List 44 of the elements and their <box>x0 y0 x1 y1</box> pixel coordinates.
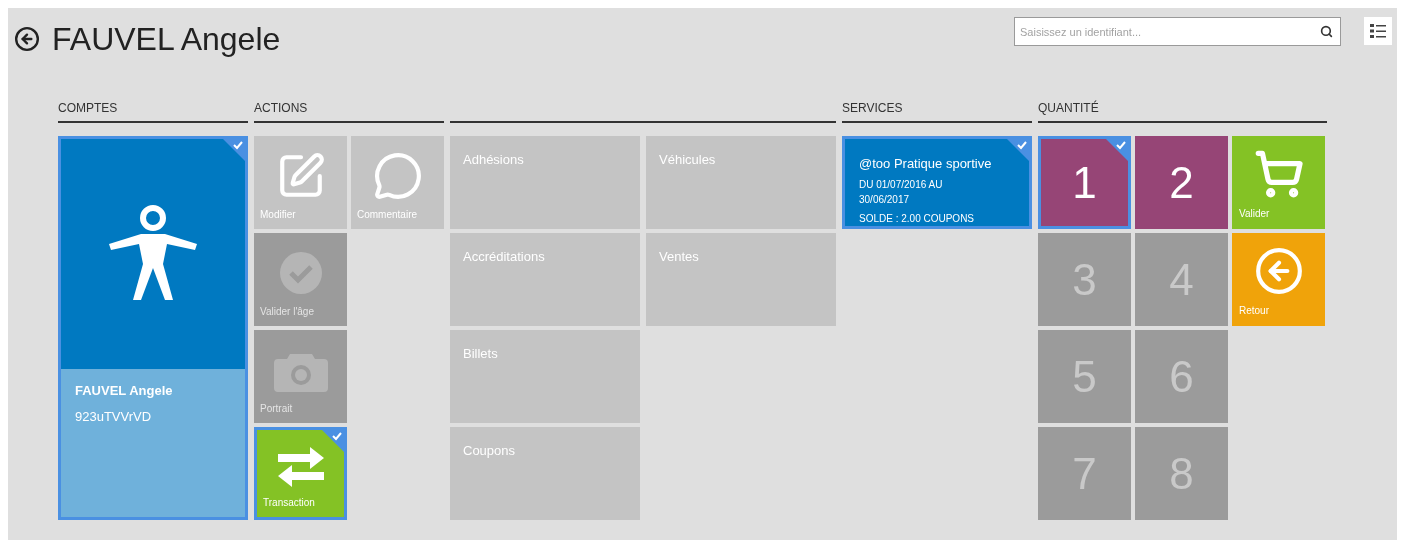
section-title: SERVICES <box>842 101 903 115</box>
cart-icon <box>1253 149 1304 199</box>
check-corner-icon <box>1106 139 1128 161</box>
action-label: Valider l'âge <box>259 305 314 319</box>
category-tile[interactable]: Adhésions <box>450 136 640 229</box>
check-circle-icon <box>278 250 323 295</box>
list-icon <box>1370 24 1386 38</box>
section-title: COMPTES <box>58 101 118 115</box>
service-tile[interactable]: @too Pratique sportive DU 01/07/2016 AU 30/06/2017 SOLDE : 2.00 COUPONS <box>842 136 1032 229</box>
action-label: Commentaire <box>356 208 418 222</box>
category-tile[interactable]: Véhicules <box>646 136 836 229</box>
check-corner-icon <box>322 430 344 452</box>
category-tile[interactable]: Ventes <box>646 233 836 326</box>
category-tile[interactable]: Coupons <box>450 427 640 520</box>
back-icon[interactable] <box>14 26 40 52</box>
action-label: Modifier <box>259 208 296 222</box>
action-label: Portrait <box>259 402 293 416</box>
category-tile[interactable]: Billets <box>450 330 640 423</box>
search-field[interactable]: Saisissez un identifiant... <box>1014 17 1341 46</box>
account-id: 923uTVVrVD <box>75 407 153 426</box>
quantity-tile[interactable]: 2 <box>1135 136 1228 229</box>
back-icon <box>1253 246 1304 296</box>
action-tile[interactable]: Commentaire <box>351 136 444 229</box>
service-period: DU 01/07/2016 AU 30/06/2017 <box>859 177 944 207</box>
check-corner-icon <box>223 139 245 161</box>
action-tile[interactable]: Modifier <box>254 136 347 229</box>
page-title: FAUVEL Angele <box>52 20 281 59</box>
section-title: QUANTITÉ <box>1038 101 1099 115</box>
return-button[interactable]: Retour <box>1232 233 1325 326</box>
transfer-arrows-icon <box>275 445 326 488</box>
speech-bubble-icon <box>372 150 423 201</box>
action-label: Transaction <box>262 496 315 510</box>
list-menu-button[interactable] <box>1364 17 1392 45</box>
search-icon[interactable] <box>1320 25 1333 38</box>
section-title: ACTIONS <box>254 101 308 115</box>
validate-button[interactable]: Valider <box>1232 136 1325 229</box>
category-tile[interactable]: Accréditations <box>450 233 640 326</box>
action-tile[interactable]: Transaction <box>254 427 347 520</box>
account-tile[interactable]: FAUVEL Angele 923uTVVrVD <box>58 136 248 520</box>
check-corner-icon <box>1007 139 1029 161</box>
quantity-tile[interactable]: 1 <box>1038 136 1131 229</box>
service-title: @too Pratique sportive <box>859 155 993 173</box>
service-balance: SOLDE : 2.00 COUPONS <box>859 211 976 226</box>
account-name: FAUVEL Angele <box>75 382 174 400</box>
